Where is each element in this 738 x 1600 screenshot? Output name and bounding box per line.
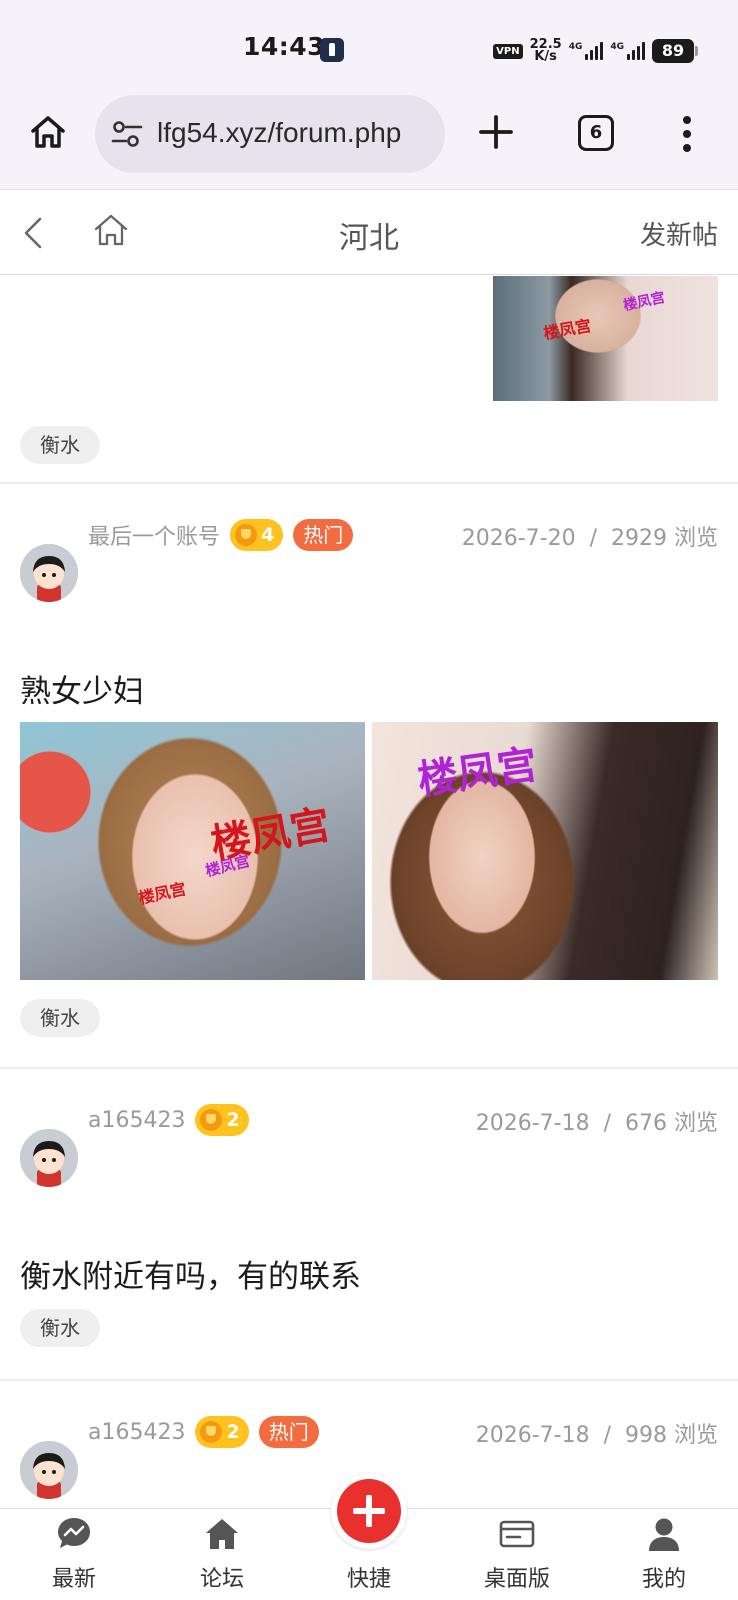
quick-action-button[interactable] [331, 1473, 407, 1549]
post-item[interactable]: 最后一个账号 4 热门 2026-7-20 / 2929 浏览 熟女少妇 楼凤宫… [0, 484, 738, 1069]
post-date: 2026-7-20 [461, 526, 576, 551]
browser-toolbar: lfg54.xyz/forum.php 6 [0, 90, 738, 190]
status-indicators: VPN 22.5 K/s 4G 4G 89 [493, 36, 698, 66]
more-menu-icon[interactable] [682, 114, 692, 154]
post-tag[interactable]: 衡水 [20, 1309, 100, 1347]
browser-home-icon[interactable] [28, 112, 68, 152]
nav-desktop[interactable]: 桌面版 [467, 1509, 567, 1600]
avatar-image [20, 1441, 78, 1499]
latest-icon [58, 1518, 90, 1548]
bottom-nav: 最新 论坛 快捷 桌面版 我的 [0, 1473, 738, 1600]
notification-app-icon [320, 38, 344, 62]
post-meta: a165423 2 热门 [88, 1413, 319, 1451]
post-title[interactable]: 衡水附近有吗，有的联系 [20, 1251, 361, 1296]
author-name[interactable]: a165423 [88, 1108, 185, 1133]
status-bar: 14:43 VPN 22.5 K/s 4G 4G 89 [0, 0, 738, 90]
post-tag[interactable]: 衡水 [20, 426, 100, 464]
nav-latest[interactable]: 最新 [24, 1509, 124, 1600]
post-image[interactable]: 楼凤宫 楼凤宫 楼凤宫 [20, 722, 365, 980]
author-name[interactable]: a165423 [88, 1420, 185, 1445]
avatar[interactable] [20, 544, 78, 602]
level-icon [200, 1421, 223, 1443]
avatar[interactable] [20, 1129, 78, 1187]
level-badge: 4 [230, 519, 284, 551]
hot-badge: 热门 [258, 1416, 319, 1448]
new-post-button[interactable]: 发新帖 [640, 215, 718, 252]
status-time: 14:43 [243, 32, 326, 61]
plus-icon [337, 1479, 401, 1543]
network-speed: 22.5 K/s [529, 37, 562, 64]
view-count: 998 浏览 [625, 1423, 718, 1448]
url-text[interactable]: lfg54.xyz/forum.php [157, 117, 401, 149]
tab-switcher-button[interactable]: 6 [578, 115, 614, 151]
site-settings-icon[interactable] [111, 120, 143, 148]
nav-forum[interactable]: 论坛 [172, 1509, 272, 1600]
post-title[interactable]: 熟女少妇 [20, 666, 144, 711]
post-image[interactable]: 楼凤宫 楼凤宫 [493, 276, 718, 401]
level-icon [200, 1109, 223, 1131]
post-meta: a165423 2 [88, 1101, 249, 1139]
post-item[interactable]: 楼凤宫 楼凤宫 衡水 [0, 276, 738, 484]
forum-home-icon [206, 1519, 238, 1549]
desktop-icon [499, 1520, 535, 1548]
post-date: 2026-7-18 [475, 1423, 590, 1448]
post-stats: 2026-7-18 / 998 浏览 [475, 1423, 718, 1448]
vpn-icon: VPN [493, 43, 523, 59]
post-tag[interactable]: 衡水 [20, 999, 100, 1037]
page-title: 河北 [339, 221, 399, 256]
level-badge: 2 [195, 1104, 249, 1136]
nav-mine[interactable]: 我的 [614, 1509, 714, 1600]
signal-icon-2: 4G [610, 42, 645, 60]
post-meta: 最后一个账号 4 热门 [88, 516, 354, 554]
post-stats: 2026-7-18 / 676 浏览 [475, 1111, 718, 1136]
post-date: 2026-7-18 [475, 1111, 590, 1136]
post-feed: 楼凤宫 楼凤宫 衡水 最后一个账号 4 热门 2026-7-20 / 2929 … [0, 276, 738, 1581]
battery-icon: 89 [652, 39, 698, 63]
post-stats: 2026-7-20 / 2929 浏览 [461, 526, 718, 551]
hot-badge: 热门 [293, 519, 354, 551]
view-count: 2929 浏览 [611, 526, 718, 551]
address-bar[interactable]: lfg54.xyz/forum.php [95, 95, 445, 173]
signal-icon: 4G [569, 42, 604, 60]
nav-quick[interactable]: 快捷 [319, 1473, 419, 1600]
post-image[interactable]: 楼凤宫 [372, 722, 718, 980]
post-item[interactable]: a165423 2 2026-7-18 / 676 浏览 衡水附近有吗，有的联系… [0, 1069, 738, 1381]
user-icon [649, 1518, 679, 1551]
view-count: 676 浏览 [625, 1111, 718, 1136]
avatar[interactable] [20, 1441, 78, 1499]
forum-header: 河北 发新帖 [0, 191, 738, 275]
avatar-image [20, 544, 78, 602]
author-name[interactable]: 最后一个账号 [88, 519, 220, 551]
level-icon [235, 524, 258, 546]
avatar-image [20, 1129, 78, 1187]
new-tab-icon[interactable] [476, 112, 516, 152]
level-badge: 2 [195, 1416, 249, 1448]
